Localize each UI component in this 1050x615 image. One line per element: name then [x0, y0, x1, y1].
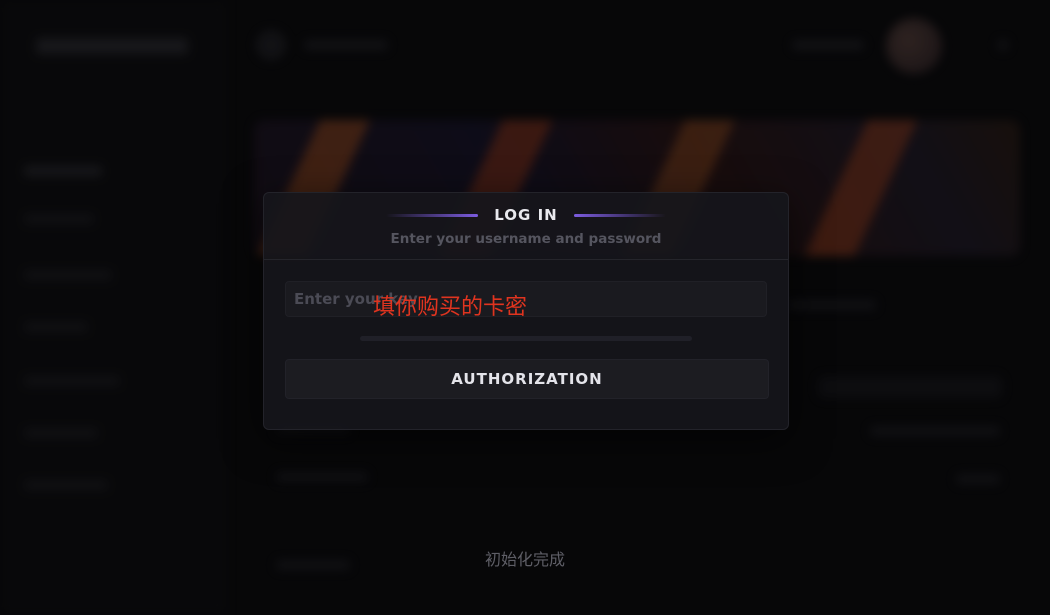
title-row: LOG IN: [264, 205, 788, 225]
title-decoration-right: [573, 213, 666, 217]
modal-header: LOG IN Enter your username and password: [264, 193, 788, 260]
modal-title: LOG IN: [494, 206, 558, 224]
screen: LOG IN Enter your username and password …: [0, 0, 1050, 615]
authorization-button[interactable]: AUTHORIZATION: [285, 359, 769, 399]
key-input[interactable]: [285, 281, 767, 317]
key-input-wrapper: [285, 281, 767, 317]
status-text: 初始化完成: [484, 550, 565, 569]
progress-bar: [360, 336, 692, 341]
modal-subtitle: Enter your username and password: [390, 231, 662, 247]
title-decoration-left: [386, 213, 479, 217]
login-modal: LOG IN Enter your username and password …: [263, 192, 789, 430]
